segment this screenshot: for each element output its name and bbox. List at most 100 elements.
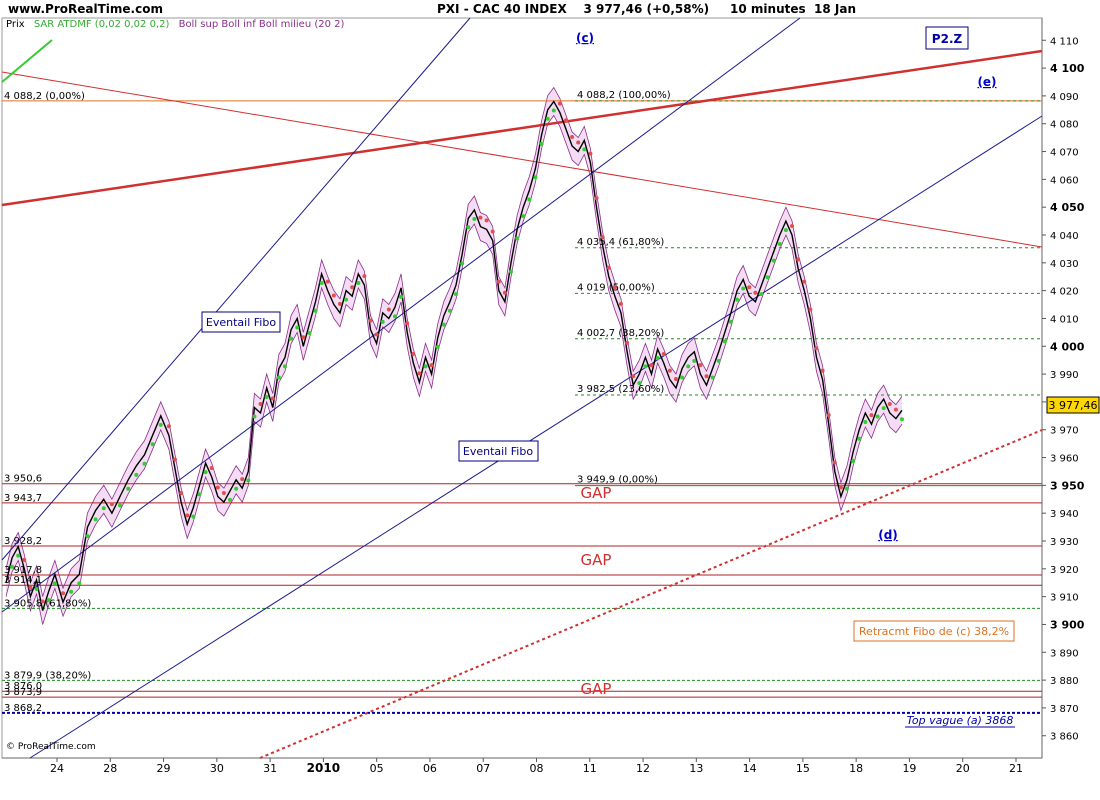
sar-dot xyxy=(356,280,361,285)
level-label: 4 088,2 (0,00%) xyxy=(4,91,85,102)
sar-dot xyxy=(557,101,562,106)
sar-dot xyxy=(10,564,15,569)
sar-dot xyxy=(673,377,678,381)
sar-dot xyxy=(203,470,208,475)
y-tick-label: 3 970 xyxy=(1050,426,1079,437)
sar-dot xyxy=(386,307,391,312)
y-tick-label: 4 010 xyxy=(1050,314,1079,325)
sar-dot xyxy=(240,477,245,482)
sar-dot xyxy=(28,585,33,590)
last-price-label: 3 977,46 xyxy=(1049,399,1098,412)
sar-dot xyxy=(759,292,764,297)
sar-dot xyxy=(126,486,131,491)
x-tick-label: 08 xyxy=(530,762,544,775)
x-tick-label: 05 xyxy=(370,762,384,775)
sar-dot xyxy=(435,344,440,349)
sar-dot xyxy=(173,457,178,462)
x-tick-label: 07 xyxy=(476,762,490,775)
y-tick-label: 3 990 xyxy=(1050,370,1079,381)
sar-dot xyxy=(515,236,520,241)
chart-header: www.ProRealTime.com PXI - CAC 40 INDEX 3… xyxy=(0,0,1100,18)
y-tick-label: 3 960 xyxy=(1050,454,1079,465)
sar-dot xyxy=(331,293,336,298)
sar-dot xyxy=(368,318,373,323)
sar-dot xyxy=(631,374,636,379)
sar-dot xyxy=(52,581,57,586)
sar-dot xyxy=(313,308,318,313)
indicator-legend: Prix SAR ATDMF (0,02 0,02 0,2) Boll sup … xyxy=(6,19,350,30)
gap-label-2: GAP xyxy=(581,551,612,569)
y-tick-label: 4 110 xyxy=(1050,36,1079,47)
sar-dot xyxy=(234,486,239,491)
sar-dot xyxy=(606,265,611,270)
x-tick-label: 20 xyxy=(956,762,970,775)
y-tick-label: 4 100 xyxy=(1050,62,1085,75)
sar-dot xyxy=(893,407,898,412)
fibo-label: 3 982,5 (23,60%) xyxy=(577,384,664,395)
sar-dot xyxy=(179,491,184,496)
y-tick-label: 4 000 xyxy=(1050,340,1085,353)
level-label: 3 928,2 xyxy=(4,536,42,547)
sar-dot xyxy=(582,147,587,152)
sar-dot xyxy=(637,381,642,386)
sar-dot xyxy=(191,514,196,519)
sar-dot xyxy=(46,598,51,603)
wave-d-label: (d) xyxy=(878,528,898,542)
sar-dot xyxy=(692,358,697,363)
fan-label-2: Eventail Fibo xyxy=(463,445,533,458)
sar-dot xyxy=(447,308,452,313)
sar-dot xyxy=(600,235,605,240)
p2z-label: P2.Z xyxy=(932,32,963,46)
sar-dot xyxy=(545,116,550,121)
sar-dot xyxy=(197,492,202,497)
sar-dot xyxy=(826,413,831,418)
sar-dot xyxy=(101,506,106,511)
y-tick-label: 4 070 xyxy=(1050,148,1079,159)
sar-dot xyxy=(209,466,214,471)
sar-dot xyxy=(509,269,514,274)
sar-dot xyxy=(40,599,45,604)
x-tick-label: 30 xyxy=(210,762,224,775)
sar-dot xyxy=(521,214,526,219)
x-tick-label: 21 xyxy=(1009,762,1023,775)
sar-dot xyxy=(527,197,532,202)
chart-date: 18 Jan xyxy=(814,2,856,16)
y-tick-label: 3 910 xyxy=(1050,593,1079,604)
fibo-label: 4 002,7 (38,20%) xyxy=(577,328,664,339)
sar-dot xyxy=(307,331,312,336)
sar-dot xyxy=(150,442,155,447)
x-tick-label: 06 xyxy=(423,762,437,775)
sar-dot xyxy=(362,274,367,279)
sar-dot xyxy=(802,279,807,284)
y-tick-label: 3 920 xyxy=(1050,565,1079,576)
sar-dot xyxy=(594,196,599,201)
wave-e-label: (e) xyxy=(977,75,996,89)
sar-dot xyxy=(790,223,795,228)
level-label: 3 950,6 xyxy=(4,474,42,485)
sar-dot xyxy=(158,422,163,427)
x-tick-label: 31 xyxy=(263,762,277,775)
sar-dot xyxy=(399,294,404,299)
legend-sar: SAR ATDMF (0,02 0,02 0,2) xyxy=(33,19,170,30)
sar-dot xyxy=(380,319,385,324)
level-label: 3 943,7 xyxy=(4,493,42,504)
sar-dot xyxy=(777,241,782,246)
x-tick-label: 18 xyxy=(849,762,863,775)
sar-dot xyxy=(838,485,843,490)
site-name: www.ProRealTime.com xyxy=(8,2,163,16)
y-tick-label: 4 090 xyxy=(1050,92,1079,103)
sar-dot xyxy=(741,286,746,291)
sar-dot xyxy=(551,108,556,113)
x-tick-label: 28 xyxy=(103,762,117,775)
sar-dot xyxy=(142,461,147,466)
y-tick-label: 4 060 xyxy=(1050,175,1079,186)
sar-dot xyxy=(93,517,98,522)
sar-dot xyxy=(325,279,330,284)
y-tick-label: 4 030 xyxy=(1050,259,1079,270)
x-tick-label: 2010 xyxy=(307,761,340,775)
sar-dot xyxy=(289,336,294,341)
sar-dot xyxy=(747,285,752,290)
sar-dot xyxy=(753,290,758,295)
sar-dot xyxy=(735,297,740,302)
retracement-label: Retracmt Fibo de (c) 38,2% xyxy=(859,625,1009,638)
